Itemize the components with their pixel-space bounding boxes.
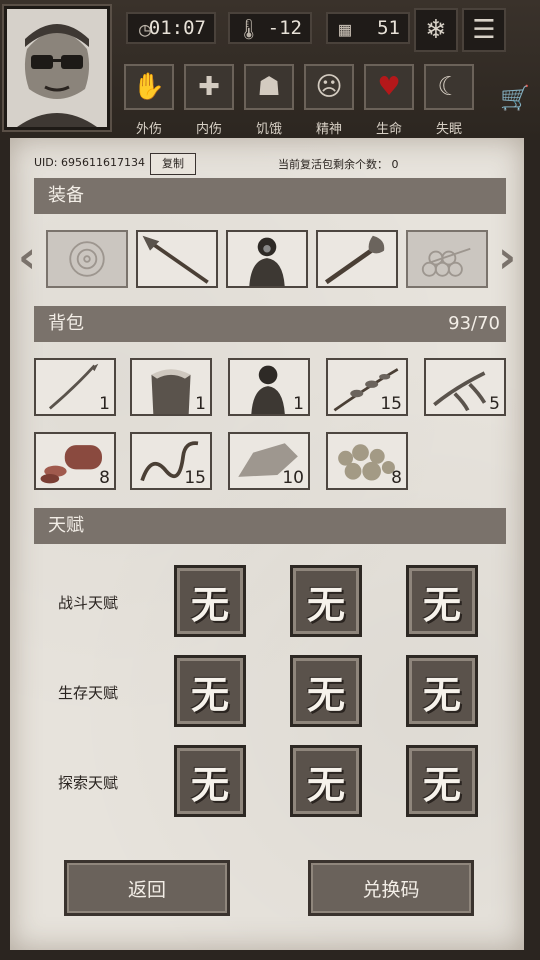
status-label-internal: 内伤 — [195, 122, 222, 137]
uid-text: UID: 695611617134 — [34, 156, 145, 169]
mental-status-button[interactable]: ☹ — [304, 64, 354, 110]
talent-label-exploration: 探索天赋 — [58, 774, 119, 792]
backpack-item-ore[interactable]: 8 — [326, 432, 408, 490]
backpack-capacity: 93/70 — [448, 313, 500, 334]
item-count: 10 — [282, 468, 304, 488]
insomnia-status-button[interactable]: ☾ — [424, 64, 474, 110]
item-count: 5 — [489, 394, 500, 414]
equipment-slot-weapon-target[interactable] — [46, 230, 128, 288]
item-count: 8 — [99, 468, 110, 488]
backpack-item-rope[interactable]: 15 — [130, 432, 212, 490]
moon-icon: ☾ — [437, 72, 461, 102]
menu-icon[interactable]: ☰ — [462, 8, 506, 52]
item-count: 8 — [391, 468, 402, 488]
talent-slot-survival-3[interactable]: 无 — [406, 655, 478, 727]
temperature-display: 🌡 -12 — [228, 12, 312, 44]
status-label-mental: 精神 — [315, 122, 342, 137]
calendar-icon: ▦ — [338, 17, 352, 41]
item-count: 1 — [195, 394, 206, 414]
hand-icon: ✋ — [132, 72, 166, 102]
backpack-item-sabre[interactable]: 1 — [34, 358, 116, 416]
equipment-slot-logs[interactable] — [406, 230, 488, 288]
backpack-item-herb-branch[interactable]: 15 — [326, 358, 408, 416]
talents-title: 天赋 — [48, 515, 84, 536]
injury-status-button[interactable]: ✋ — [124, 64, 174, 110]
talent-slot-combat-1[interactable]: 无 — [174, 565, 246, 637]
backpack-title: 背包 — [48, 313, 84, 334]
redeem-code-button[interactable]: 兑换码 — [308, 860, 474, 916]
health-status-button[interactable]: ♥ — [364, 64, 414, 110]
talent-slot-survival-2[interactable]: 无 — [290, 655, 362, 727]
talent-slot-exploration-1[interactable]: 无 — [174, 745, 246, 817]
equipment-slot-torch[interactable] — [316, 230, 398, 288]
talent-slot-combat-3[interactable]: 无 — [406, 565, 478, 637]
equipment-title: 装备 — [48, 185, 84, 206]
backpack-header: 背包 93/70 — [34, 306, 506, 342]
status-label-hunger: 饥饿 — [255, 122, 282, 137]
equipment-header: 装备 — [34, 178, 506, 214]
internal-injury-status-button[interactable]: ✚ — [184, 64, 234, 110]
item-count: 15 — [184, 468, 206, 488]
equipment-slot-spear[interactable] — [136, 230, 218, 288]
equipment-next-arrow[interactable]: › — [498, 232, 516, 283]
head-icon: ☹ — [315, 72, 343, 102]
weather-snow-icon[interactable]: ❄ — [414, 8, 458, 52]
talent-slot-exploration-2[interactable]: 无 — [290, 745, 362, 817]
talent-label-survival: 生存天赋 — [58, 684, 119, 702]
time-display: ◷ 01:07 — [126, 12, 216, 44]
backpack-item-fur-coat[interactable]: 1 — [130, 358, 212, 416]
equipment-slot-hazmat-suit[interactable] — [226, 230, 308, 288]
copy-uid-button[interactable]: 复制 — [150, 153, 196, 175]
status-label-insomnia: 失眠 — [435, 122, 462, 137]
item-count: 1 — [99, 394, 110, 414]
backpack-item-root[interactable]: 5 — [424, 358, 506, 416]
back-button[interactable]: 返回 — [64, 860, 230, 916]
item-count: 1 — [293, 394, 304, 414]
talent-slot-exploration-3[interactable]: 无 — [406, 745, 478, 817]
status-label-injury: 外伤 — [135, 122, 162, 137]
status-label-health: 生命 — [375, 122, 402, 137]
day-counter: ▦ 51 — [326, 12, 410, 44]
talent-label-combat: 战斗天赋 — [58, 594, 119, 612]
revive-count-text: 当前复活包剩余个数： 0 — [278, 158, 399, 171]
talents-header: 天赋 — [34, 508, 506, 544]
talent-slot-survival-1[interactable]: 无 — [174, 655, 246, 727]
equipment-prev-arrow[interactable]: ‹ — [18, 232, 36, 283]
backpack-item-hazmat-suit[interactable]: 1 — [228, 358, 310, 416]
talent-slot-combat-2[interactable]: 无 — [290, 565, 362, 637]
player-avatar[interactable] — [4, 6, 110, 130]
heart-icon: ♥ — [377, 72, 401, 102]
stomach-icon: ☗ — [257, 72, 281, 102]
cross-icon: ✚ — [198, 72, 220, 102]
backpack-item-stone[interactable]: 10 — [228, 432, 310, 490]
clock-icon: ◷ — [138, 17, 152, 41]
item-count: 15 — [380, 394, 402, 414]
thermometer-icon: 🌡 — [236, 17, 262, 41]
shop-cart-icon[interactable]: 🛒 — [500, 84, 530, 112]
hunger-status-button[interactable]: ☗ — [244, 64, 294, 110]
backpack-item-sausage[interactable]: 8 — [34, 432, 116, 490]
